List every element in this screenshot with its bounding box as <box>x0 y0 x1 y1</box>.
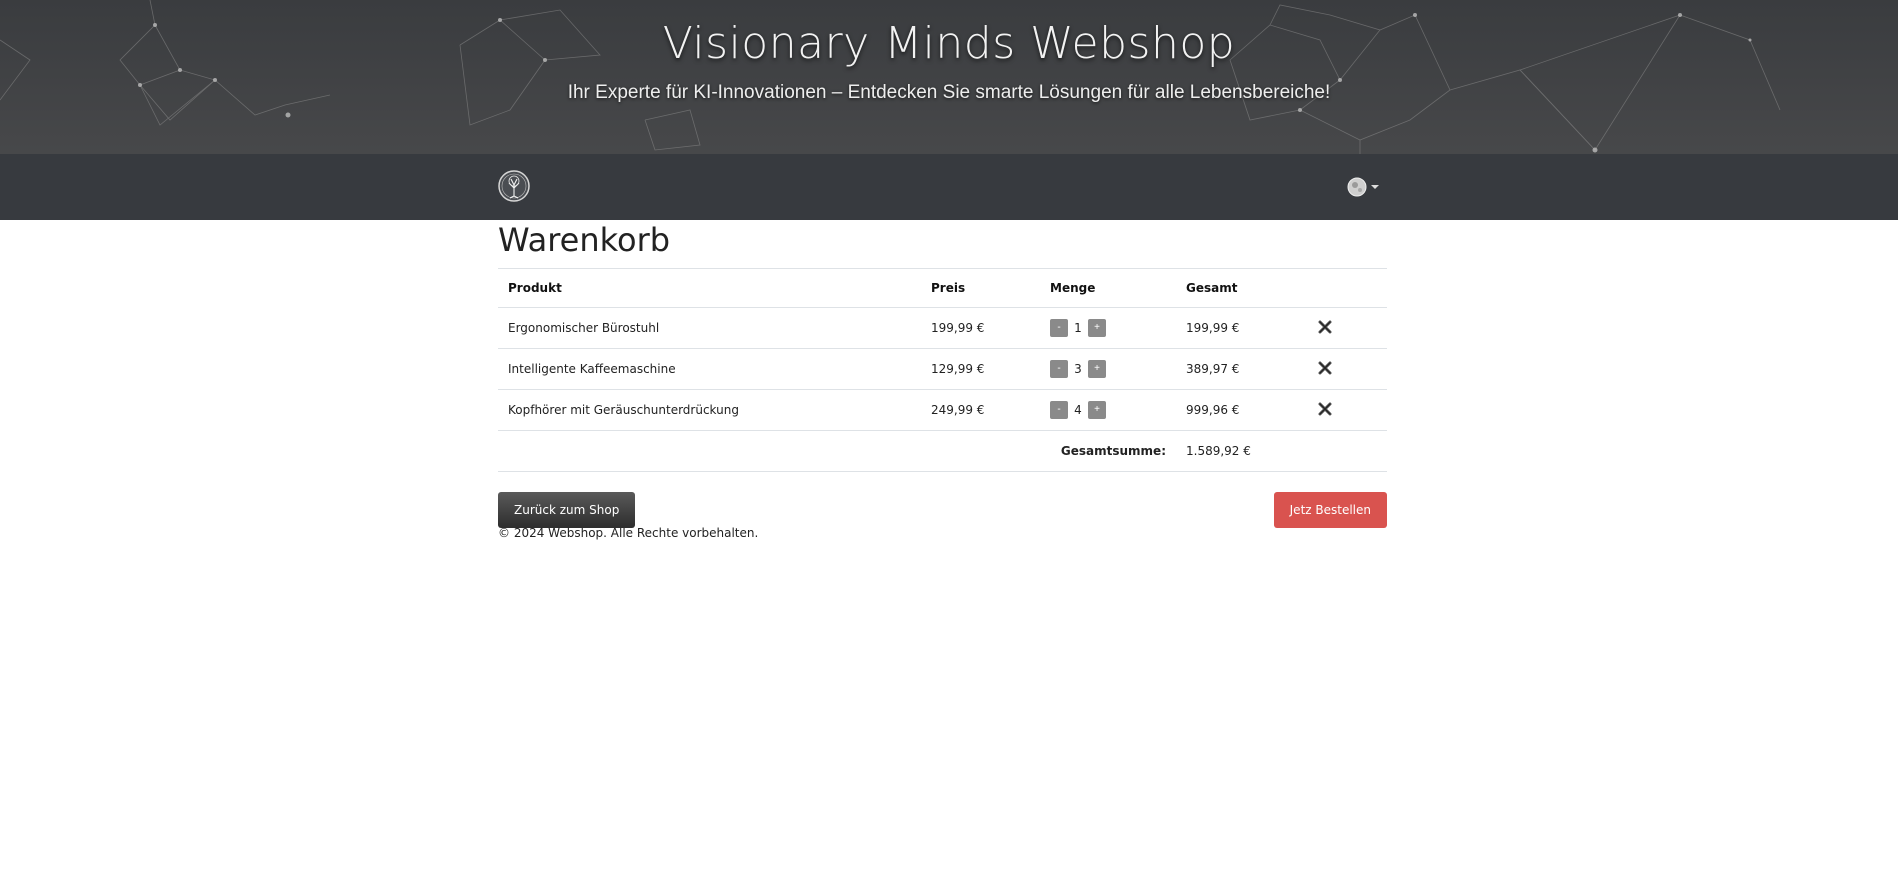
table-row: Ergonomischer Bürostuhl 199,99 € - 1 + 1… <box>498 307 1387 349</box>
product-name: Kopfhörer mit Geräuschunterdrückung <box>498 389 921 431</box>
column-header-price: Preis <box>921 268 1040 308</box>
decrease-quantity-button[interactable]: - <box>1050 319 1068 337</box>
decrease-quantity-button[interactable]: - <box>1050 401 1068 419</box>
place-order-button[interactable]: Jetz Bestellen <box>1273 492 1387 528</box>
quantity-cell: - 1 + <box>1040 307 1176 349</box>
column-header-total: Gesamt <box>1176 268 1307 308</box>
table-row: Intelligente Kaffeemaschine 129,99 € - 3… <box>498 348 1387 390</box>
decrease-quantity-button[interactable]: - <box>1050 360 1068 378</box>
remove-cell <box>1307 389 1387 431</box>
header-banner: Visionary Minds Webshop Ihr Experte für … <box>0 0 1898 154</box>
remove-cell <box>1307 307 1387 349</box>
page-title: Warenkorb <box>498 221 671 259</box>
close-x-icon[interactable] <box>1317 360 1333 376</box>
cart-actions: Zurück zum Shop Jetz Bestellen <box>498 492 1388 532</box>
shop-title: Visionary Minds Webshop <box>662 18 1236 69</box>
quantity-value: 3 <box>1074 362 1082 376</box>
remove-cell <box>1307 348 1387 390</box>
line-total: 999,96 € <box>1176 389 1307 431</box>
product-price: 129,99 € <box>921 348 1040 390</box>
increase-quantity-button[interactable]: + <box>1088 401 1106 419</box>
close-x-icon[interactable] <box>1317 319 1333 335</box>
quantity-stepper: - 3 + <box>1050 360 1166 378</box>
quantity-value: 4 <box>1074 403 1082 417</box>
product-name: Ergonomischer Bürostuhl <box>498 307 921 349</box>
quantity-cell: - 4 + <box>1040 389 1176 431</box>
grand-total-row: Gesamtsumme: 1.589,92 € <box>498 430 1387 472</box>
table-row: Kopfhörer mit Geräuschunterdrückung 249,… <box>498 389 1387 431</box>
quantity-stepper: - 4 + <box>1050 401 1166 419</box>
cart-table: Produkt Preis Menge Gesamt Ergonomischer… <box>498 268 1387 472</box>
grand-total-label: Gesamtsumme: <box>1040 430 1176 472</box>
column-header-product: Produkt <box>498 268 921 308</box>
back-to-shop-button[interactable]: Zurück zum Shop <box>498 492 636 528</box>
increase-quantity-button[interactable]: + <box>1088 360 1106 378</box>
increase-quantity-button[interactable]: + <box>1088 319 1106 337</box>
quantity-stepper: - 1 + <box>1050 319 1166 337</box>
line-total: 389,97 € <box>1176 348 1307 390</box>
column-header-remove <box>1307 268 1387 308</box>
table-header-row: Produkt Preis Menge Gesamt <box>498 268 1387 308</box>
product-price: 249,99 € <box>921 389 1040 431</box>
grand-total-value: 1.589,92 € <box>1176 430 1307 472</box>
quantity-value: 1 <box>1074 321 1082 335</box>
product-name: Intelligente Kaffeemaschine <box>498 348 921 390</box>
quantity-cell: - 3 + <box>1040 348 1176 390</box>
cart-section: Warenkorb Produkt Preis Menge Gesamt Erg… <box>498 220 1388 540</box>
line-total: 199,99 € <box>1176 307 1307 349</box>
close-x-icon[interactable] <box>1317 401 1333 417</box>
column-header-quantity: Menge <box>1040 268 1176 308</box>
product-price: 199,99 € <box>921 307 1040 349</box>
shop-subtitle: Ihr Experte für KI-Innovationen – Entdec… <box>567 82 1331 103</box>
